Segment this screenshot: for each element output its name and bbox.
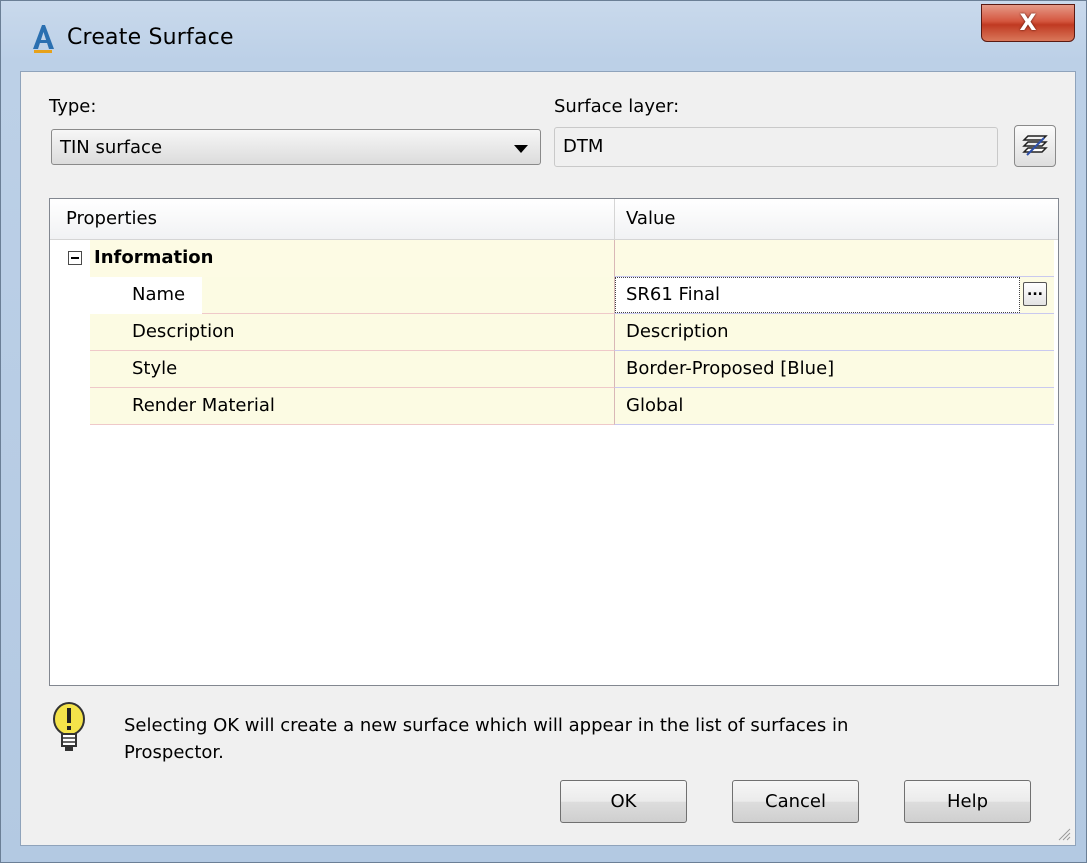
row-gutter: [50, 351, 90, 388]
row-gutter: [50, 314, 90, 351]
close-icon: X: [1019, 10, 1037, 36]
property-value: SR61 Final: [626, 284, 721, 305]
cancel-button[interactable]: Cancel: [732, 780, 859, 823]
dialog-body: Type: TIN surface Surface layer: DTM Pro…: [20, 71, 1076, 846]
layers-icon: [1022, 135, 1048, 156]
type-dropdown-value: TIN surface: [60, 137, 163, 158]
property-row-name[interactable]: Name SR61 Final ...: [50, 277, 1054, 314]
surface-layer-label: Surface layer:: [554, 96, 680, 117]
name-value-input[interactable]: SR61 Final: [615, 277, 1020, 313]
surface-layer-value: DTM: [563, 136, 604, 157]
create-surface-dialog: Create Surface X Type: TIN surface Surfa…: [0, 0, 1087, 863]
row-gutter: [50, 388, 90, 425]
property-row-description[interactable]: Description Description: [50, 314, 1054, 351]
property-name: Description: [132, 321, 235, 342]
chevron-down-icon: [514, 145, 528, 153]
layer-select-button[interactable]: [1014, 125, 1056, 167]
column-divider[interactable]: [614, 199, 615, 239]
row-gutter: [50, 277, 90, 314]
properties-grid: Properties Value Information Name SR61 F…: [49, 198, 1059, 686]
group-row-information[interactable]: Information: [50, 240, 1054, 277]
collapse-icon[interactable]: [68, 251, 82, 265]
column-header-value[interactable]: Value: [626, 199, 675, 239]
help-button[interactable]: Help: [904, 780, 1031, 823]
property-name: Name: [132, 284, 186, 305]
property-value: Description: [626, 321, 729, 342]
title-bar[interactable]: Create Surface X: [1, 1, 1086, 71]
type-label: Type:: [49, 96, 97, 117]
lightbulb-warning-icon: [53, 702, 85, 751]
dialog-title: Create Surface: [67, 25, 234, 50]
ellipsis-button[interactable]: ...: [1023, 282, 1047, 306]
property-value: Border-Proposed [Blue]: [626, 358, 835, 379]
grid-header: Properties Value: [50, 199, 1058, 240]
info-message-line: Selecting OK will create a new surface w…: [124, 715, 849, 736]
property-name: Style: [132, 358, 178, 379]
ok-button[interactable]: OK: [560, 780, 687, 823]
info-message-line: Prospector.: [124, 742, 224, 763]
column-header-properties[interactable]: Properties: [66, 199, 157, 239]
group-label: Information: [94, 247, 214, 268]
resize-grip-icon[interactable]: [1055, 825, 1071, 841]
property-row-style[interactable]: Style Border-Proposed [Blue]: [50, 351, 1054, 388]
close-button[interactable]: X: [981, 4, 1075, 42]
property-row-render-material[interactable]: Render Material Global: [50, 388, 1054, 425]
type-dropdown[interactable]: TIN surface: [51, 129, 541, 165]
autocad-civil-icon: [33, 25, 54, 53]
group-value-cell: [614, 240, 1054, 277]
surface-layer-field: DTM: [554, 127, 998, 167]
property-name: Render Material: [132, 395, 275, 416]
info-message: Selecting OK will create a new surface w…: [124, 712, 984, 766]
property-value: Global: [626, 395, 684, 416]
